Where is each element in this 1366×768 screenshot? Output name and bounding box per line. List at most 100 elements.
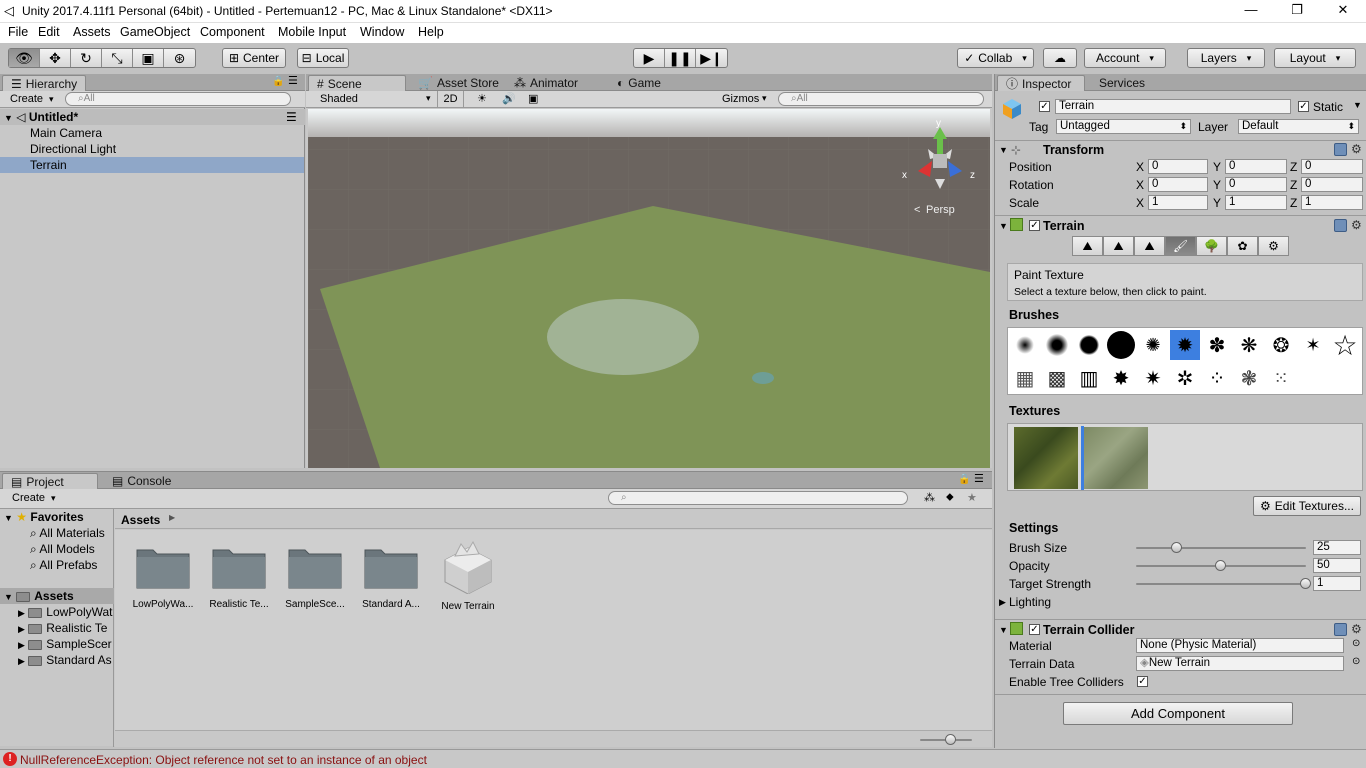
target-strength-slider-knob[interactable] [1300, 578, 1311, 589]
brush-size-field[interactable]: 25 [1313, 540, 1361, 555]
brush-soft-small-icon[interactable] [1010, 330, 1040, 360]
menu-mobile-input[interactable]: Mobile Input [278, 25, 346, 39]
2d-toggle[interactable]: 2D [437, 91, 464, 108]
active-checkbox[interactable]: ✓ [1039, 101, 1050, 112]
favorite-star-icon[interactable]: ★ [967, 491, 977, 504]
rect-tool-icon[interactable]: ▣ [133, 49, 164, 67]
terrain-settings-icon[interactable]: ⚙ [1258, 236, 1289, 256]
brush-cloud-icon[interactable]: ❋ [1234, 330, 1264, 360]
position-z-field[interactable]: 0 [1301, 159, 1363, 174]
gear-icon[interactable]: ⚙ [1351, 218, 1362, 232]
target-strength-slider[interactable] [1136, 583, 1306, 585]
hierarchy-search-input[interactable]: ⌕All [65, 92, 291, 106]
brush-grass-dense-icon[interactable]: ▩ [1042, 363, 1072, 393]
brush-noise-icon[interactable]: ✽ [1202, 330, 1232, 360]
brush-star-small-icon[interactable]: ✶ [1298, 330, 1328, 360]
brush-scatter-icon[interactable]: ⁙ [1266, 363, 1296, 393]
smooth-height-icon[interactable]: ⛰ [1134, 236, 1165, 256]
project-lock-icon[interactable]: 🔒 [958, 474, 970, 485]
place-trees-icon[interactable]: 🌳 [1196, 236, 1227, 256]
gear-icon[interactable]: ⚙ [1351, 622, 1362, 636]
brush-soft-medium-icon[interactable] [1042, 330, 1072, 360]
pivot-local-button[interactable]: ⊟ Local [297, 48, 349, 68]
scene-menu-icon[interactable]: ☰ [286, 109, 297, 125]
object-picker-icon[interactable]: ⊙ [1352, 656, 1360, 667]
scale-x-field[interactable]: 1 [1148, 195, 1208, 210]
favorite-all-materials[interactable]: ⌕ All Materials [30, 525, 105, 541]
menu-component[interactable]: Component [200, 25, 265, 39]
breadcrumb[interactable]: Assets [121, 513, 160, 527]
add-component-button[interactable]: Add Component [1063, 702, 1293, 725]
lighting-expand-icon[interactable]: ▶ [999, 597, 1006, 608]
terrain-collider-title[interactable]: Terrain Collider [1043, 623, 1134, 637]
help-icon[interactable] [1334, 623, 1347, 636]
asset-item[interactable]: New Terrain [433, 538, 503, 612]
brush-rock-icon[interactable]: ✸ [1106, 363, 1136, 393]
persp-label-icon[interactable]: < [914, 204, 920, 216]
tab-hierarchy[interactable]: ☰ Hierarchy [2, 75, 87, 91]
lock-icon[interactable]: 🔒 [272, 76, 284, 87]
menu-gameobject[interactable]: GameObject [120, 25, 190, 39]
brush-selected-icon[interactable]: ✹ [1170, 330, 1200, 360]
help-icon[interactable] [1334, 219, 1347, 232]
asset-item[interactable]: Standard A... [357, 544, 425, 610]
account-dropdown[interactable]: Account [1084, 48, 1166, 68]
step-icon[interactable]: ▶❙ [696, 49, 727, 67]
project-create-dropdown[interactable]: Create [12, 492, 56, 504]
opacity-field[interactable]: 50 [1313, 558, 1361, 573]
brush-star-icon[interactable]: ☆ [1330, 330, 1360, 361]
expand-arrow-icon[interactable]: ▼ [4, 113, 13, 123]
scene-row[interactable]: ▼ ◁ Untitled* ☰ [0, 109, 305, 125]
layout-dropdown[interactable]: Layout [1274, 48, 1356, 68]
hierarchy-item-directional-light[interactable]: Directional Light [30, 141, 116, 157]
rotate-tool-icon[interactable]: ↻ [71, 49, 102, 67]
menu-file[interactable]: File [8, 25, 28, 39]
hierarchy-item-terrain[interactable]: Terrain [0, 157, 304, 173]
brush-gear-icon[interactable]: ✲ [1170, 363, 1200, 393]
audio-toggle-icon[interactable]: 🔊 [502, 92, 516, 105]
material-field[interactable]: None (Physic Material) [1136, 638, 1344, 653]
opacity-slider-knob[interactable] [1215, 560, 1226, 571]
asset-item[interactable]: LowPolyWa... [131, 544, 195, 610]
brush-hard-medium-icon[interactable] [1074, 330, 1104, 360]
brush-swirl-icon[interactable]: ❂ [1266, 330, 1296, 360]
error-icon[interactable]: ! [3, 752, 17, 766]
project-menu-icon[interactable]: ☰ [974, 472, 984, 485]
effects-toggle-icon[interactable]: ▣ [528, 92, 538, 105]
lighting-toggle-icon[interactable]: ☀ [477, 92, 487, 105]
paint-height-icon[interactable]: ⛰ [1103, 236, 1134, 256]
tab-game[interactable]: ◐ Game [609, 75, 669, 91]
asset-folder-standard-assets[interactable]: ▶ Standard As [18, 652, 114, 668]
object-picker-icon[interactable]: ⊙ [1352, 638, 1360, 649]
shading-dropdown[interactable]: Shaded [320, 93, 358, 105]
icon-size-slider-knob[interactable] [945, 734, 956, 745]
scale-z-field[interactable]: 1 [1301, 195, 1363, 210]
tab-asset-store[interactable]: 🛒 Asset Store [410, 75, 507, 91]
layers-dropdown[interactable]: Layers [1187, 48, 1265, 68]
scene-search-input[interactable]: ⌕All [778, 92, 984, 106]
terrain-expand-icon[interactable]: ▼ [999, 221, 1008, 231]
scene-viewport[interactable]: y x z < Persp [308, 109, 990, 468]
panel-menu-icon[interactable]: ☰ [288, 74, 298, 87]
brush-dots-icon[interactable]: ⁘ [1202, 363, 1232, 393]
hierarchy-item-main-camera[interactable]: Main Camera [30, 125, 102, 141]
rotation-y-field[interactable]: 0 [1225, 177, 1287, 192]
collider-expand-icon[interactable]: ▼ [999, 625, 1008, 635]
move-tool-icon[interactable]: ✥ [40, 49, 71, 67]
transform-title[interactable]: Transform [1043, 143, 1104, 157]
texture-rock-thumbnail[interactable] [1084, 427, 1148, 489]
object-name-field[interactable]: Terrain [1055, 99, 1291, 114]
scale-tool-icon[interactable]: ⤡ [102, 49, 133, 67]
filter-label-icon[interactable]: ⬥ [946, 491, 954, 504]
play-icon[interactable]: ▶ [634, 49, 665, 67]
position-y-field[interactable]: 0 [1225, 159, 1287, 174]
hierarchy-create-dropdown[interactable]: Create [10, 93, 54, 105]
menu-help[interactable]: Help [418, 25, 444, 39]
favorite-all-models[interactable]: ⌕ All Models [30, 541, 95, 557]
texture-grass-thumbnail[interactable] [1014, 427, 1078, 489]
tab-animator[interactable]: ⁂ Animator [506, 75, 586, 91]
brush-leaves-icon[interactable]: ❃ [1234, 363, 1264, 393]
favorite-all-prefabs[interactable]: ⌕ All Prefabs [30, 557, 97, 573]
brush-hard-large-icon[interactable] [1106, 330, 1136, 360]
cloud-button[interactable]: ☁ [1043, 48, 1077, 68]
